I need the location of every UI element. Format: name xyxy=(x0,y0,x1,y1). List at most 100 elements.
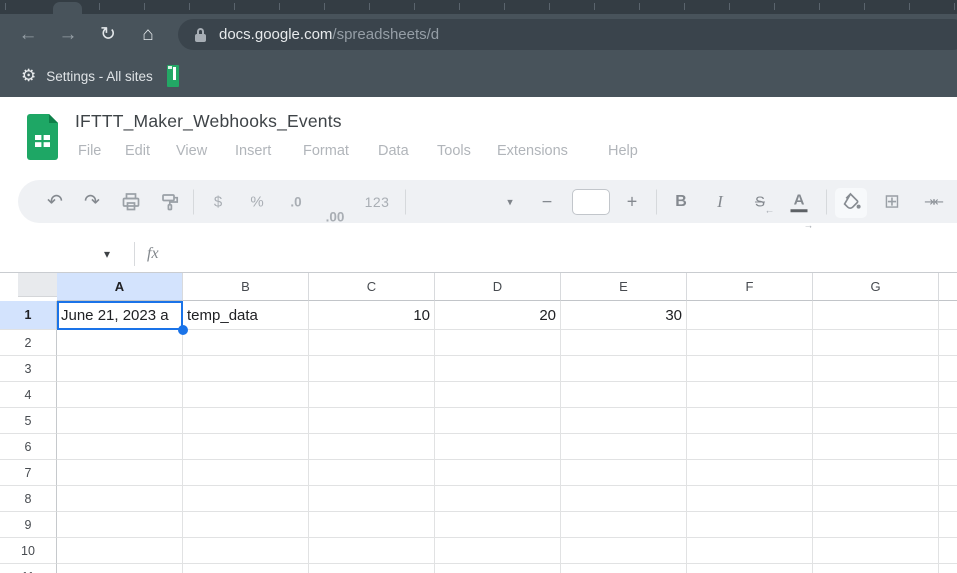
cell-C8[interactable] xyxy=(309,486,435,512)
cell-F4[interactable] xyxy=(687,382,813,408)
row-header-4[interactable]: 4 xyxy=(0,382,57,408)
row-header-1[interactable]: 1 xyxy=(0,301,57,330)
cell-C9[interactable] xyxy=(309,512,435,538)
cell-A9[interactable] xyxy=(57,512,183,538)
cell-B7[interactable] xyxy=(183,460,309,486)
row-header-3[interactable]: 3 xyxy=(0,356,57,382)
address-bar[interactable]: docs.google.com/spreadsheets/d xyxy=(178,19,957,50)
cell-H5[interactable] xyxy=(939,408,957,434)
cell-G7[interactable] xyxy=(813,460,939,486)
cell-C4[interactable] xyxy=(309,382,435,408)
cell-D11[interactable] xyxy=(435,564,561,573)
cell-D6[interactable] xyxy=(435,434,561,460)
fill-color-icon[interactable] xyxy=(840,191,862,213)
more-formats-button[interactable]: 123 xyxy=(365,194,390,210)
cell-E3[interactable] xyxy=(561,356,687,382)
browser-tab-strip[interactable] xyxy=(0,0,957,14)
menu-item-data[interactable]: Data xyxy=(378,143,409,159)
cell-B5[interactable] xyxy=(183,408,309,434)
text-color-button[interactable]: A xyxy=(791,191,808,213)
cell-C1[interactable]: 10 xyxy=(309,301,435,330)
cell-F7[interactable] xyxy=(687,460,813,486)
cell-A4[interactable] xyxy=(57,382,183,408)
cell-H11[interactable] xyxy=(939,564,957,573)
menu-item-edit[interactable]: Edit xyxy=(125,143,150,159)
cell-A8[interactable] xyxy=(57,486,183,512)
cell-A7[interactable] xyxy=(57,460,183,486)
cell-G5[interactable] xyxy=(813,408,939,434)
cell-H9[interactable] xyxy=(939,512,957,538)
cell-B11[interactable] xyxy=(183,564,309,573)
cell-H7[interactable] xyxy=(939,460,957,486)
active-tab[interactable] xyxy=(53,2,82,14)
cell-G6[interactable] xyxy=(813,434,939,460)
cell-H10[interactable] xyxy=(939,538,957,564)
cell-B1[interactable]: temp_data xyxy=(183,301,309,330)
back-icon[interactable]: ← xyxy=(8,14,48,55)
cell-B2[interactable] xyxy=(183,330,309,356)
cell-B9[interactable] xyxy=(183,512,309,538)
row-header-5[interactable]: 5 xyxy=(0,408,57,434)
cell-C10[interactable] xyxy=(309,538,435,564)
cell-H8[interactable] xyxy=(939,486,957,512)
cell-B6[interactable] xyxy=(183,434,309,460)
row-header-10[interactable]: 10 xyxy=(0,538,57,564)
cell-F10[interactable] xyxy=(687,538,813,564)
column-header-B[interactable]: B xyxy=(183,273,309,301)
column-header-partial[interactable] xyxy=(939,273,957,301)
cell-F5[interactable] xyxy=(687,408,813,434)
borders-icon[interactable]: ⊞ xyxy=(884,190,900,213)
reload-icon[interactable]: ↻ xyxy=(88,14,128,55)
decrease-font-size-button[interactable]: − xyxy=(542,191,553,212)
name-box-caret[interactable]: ▾ xyxy=(104,247,110,261)
cell-H1[interactable] xyxy=(939,301,957,330)
cell-A1[interactable]: June 21, 2023 a xyxy=(57,301,183,330)
menu-item-tools[interactable]: Tools xyxy=(437,143,471,159)
fill-handle[interactable] xyxy=(178,325,188,335)
cell-E6[interactable] xyxy=(561,434,687,460)
cell-A11[interactable] xyxy=(57,564,183,573)
row-header-11[interactable]: 11 xyxy=(0,564,57,573)
cell-D2[interactable] xyxy=(435,330,561,356)
cell-G2[interactable] xyxy=(813,330,939,356)
cell-D10[interactable] xyxy=(435,538,561,564)
row-header-8[interactable]: 8 xyxy=(0,486,57,512)
row-header-2[interactable]: 2 xyxy=(0,330,57,356)
cell-F9[interactable] xyxy=(687,512,813,538)
column-header-C[interactable]: C xyxy=(309,273,435,301)
cell-C7[interactable] xyxy=(309,460,435,486)
cell-C5[interactable] xyxy=(309,408,435,434)
column-header-E[interactable]: E xyxy=(561,273,687,301)
cell-E9[interactable] xyxy=(561,512,687,538)
font-size-input[interactable] xyxy=(572,189,610,215)
row-header-7[interactable]: 7 xyxy=(0,460,57,486)
cell-A6[interactable] xyxy=(57,434,183,460)
row-header-6[interactable]: 6 xyxy=(0,434,57,460)
cell-H3[interactable] xyxy=(939,356,957,382)
cell-G10[interactable] xyxy=(813,538,939,564)
column-header-F[interactable]: F xyxy=(687,273,813,301)
cell-E2[interactable] xyxy=(561,330,687,356)
cell-C11[interactable] xyxy=(309,564,435,573)
cell-B3[interactable] xyxy=(183,356,309,382)
lock-icon[interactable] xyxy=(195,28,206,42)
google-sheets-logo[interactable] xyxy=(27,114,58,165)
forward-icon[interactable]: → xyxy=(48,14,88,55)
menu-item-help[interactable]: Help xyxy=(608,143,638,159)
cell-F11[interactable] xyxy=(687,564,813,573)
cell-B8[interactable] xyxy=(183,486,309,512)
cell-F6[interactable] xyxy=(687,434,813,460)
cell-H6[interactable] xyxy=(939,434,957,460)
cell-F3[interactable] xyxy=(687,356,813,382)
home-icon[interactable]: ⌂ xyxy=(128,14,168,55)
cell-G11[interactable] xyxy=(813,564,939,573)
cell-F2[interactable] xyxy=(687,330,813,356)
menu-item-insert[interactable]: Insert xyxy=(235,143,271,159)
increase-decimal-button[interactable]: .00→ xyxy=(0,209,805,224)
increase-font-size-button[interactable]: + xyxy=(627,191,638,212)
cell-G9[interactable] xyxy=(813,512,939,538)
italic-button[interactable]: I xyxy=(717,192,723,212)
cell-E8[interactable] xyxy=(561,486,687,512)
cell-A3[interactable] xyxy=(57,356,183,382)
bold-button[interactable]: B xyxy=(675,193,687,211)
